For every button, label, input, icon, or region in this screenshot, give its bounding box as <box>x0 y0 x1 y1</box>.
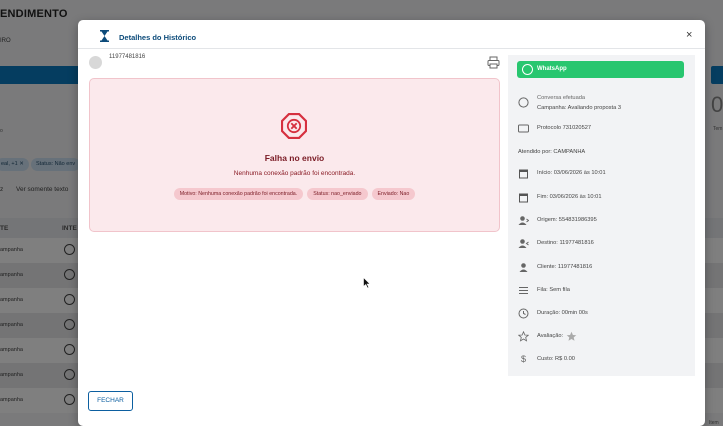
client-row: Cliente: 11977481816 <box>518 262 688 274</box>
start-row: Início: 03/06/2026 às 10:01 <box>518 168 688 180</box>
calendar-icon <box>519 169 528 179</box>
queue: Fila: Sem fila <box>537 287 570 293</box>
cost-row: $ Custo: R$ 0.00 <box>518 354 688 366</box>
whatsapp-channel-button[interactable]: WhatsApp <box>517 61 684 78</box>
hourglass-icon <box>100 30 109 42</box>
history-details-modal: Detalhes do Histórico × 11977481816 Falh… <box>78 20 705 426</box>
conversation-info: Conversa efetuada Campanha: Avaliando pr… <box>518 93 688 113</box>
conversation-text: Conversa efetuada Campanha: Avaliando pr… <box>537 93 621 113</box>
reason-chip: Motivo: Nenhuma conexão padrão foi encon… <box>173 188 304 200</box>
protocol-row: Protocolo 731020527 <box>518 123 688 135</box>
avatar <box>89 56 102 69</box>
user-icon <box>519 263 528 272</box>
duration-row: Duração: 00min 00s <box>518 308 688 320</box>
error-title: Falha no envio <box>264 153 325 163</box>
end-time: Fim: 03/06/2026 às 10:01 <box>537 194 602 200</box>
contact-phone: 11977481816 <box>109 54 146 60</box>
list-icon <box>519 287 528 294</box>
details-sidebar: WhatsApp Conversa efetuada Campanha: Ava… <box>508 55 695 376</box>
rating-row: Avaliação: <box>518 331 688 343</box>
conversation-status: Conversa efetuada <box>537 95 586 101</box>
error-chips: Motivo: Nenhuma conexão padrão foi encon… <box>90 188 499 200</box>
modal-title: Detalhes do Histórico <box>119 33 197 42</box>
status-chip: Status: nao_enviado <box>307 188 368 200</box>
origin: Origem: 554831986395 <box>537 217 597 223</box>
whatsapp-icon <box>522 64 533 75</box>
clock-icon <box>518 308 529 319</box>
destination-row: Destino: 11977481816 <box>518 238 688 250</box>
sent-chip: Enviado: Nao <box>371 188 416 200</box>
chat-icon <box>518 97 529 108</box>
error-message: Nenhuma conexão padrão foi encontrada. <box>233 170 356 177</box>
close-icon[interactable]: × <box>686 29 692 41</box>
destination: Destino: 11977481816 <box>537 240 594 246</box>
channel-label: WhatsApp <box>537 66 567 72</box>
start-time: Início: 03/06/2026 às 10:01 <box>537 170 606 176</box>
end-row: Fim: 03/06/2026 às 10:01 <box>518 192 688 204</box>
protocol: Protocolo 731020527 <box>537 125 592 131</box>
mouse-cursor-icon <box>363 277 371 289</box>
origin-row: Origem: 554831986395 <box>518 215 688 227</box>
rating-label: Avaliação: <box>537 333 564 339</box>
modal-header: Detalhes do Histórico × <box>78 20 705 49</box>
user-arrow-icon <box>518 239 529 248</box>
calendar-icon <box>519 193 528 203</box>
queue-row: Fila: Sem fila <box>518 285 688 297</box>
dollar-icon: $ <box>520 354 526 364</box>
ticket-icon <box>518 124 529 133</box>
cost: Custo: R$ 0.00 <box>537 356 575 362</box>
user-arrow-icon <box>518 216 529 225</box>
client: Cliente: 11977481816 <box>537 264 593 270</box>
close-button[interactable]: FECHAR <box>88 391 133 411</box>
error-octagon-icon <box>281 113 307 139</box>
duration: Duração: 00min 00s <box>537 310 588 316</box>
campaign-name: Campanha: Avaliando proposta 3 <box>537 105 622 111</box>
printer-icon[interactable] <box>487 56 500 69</box>
star-icon[interactable] <box>566 331 577 342</box>
star-outline-icon <box>518 331 529 342</box>
error-panel: Falha no envio Nenhuma conexão padrão fo… <box>89 78 500 232</box>
attended-by: Atendido por: CAMPANHA <box>518 149 586 155</box>
